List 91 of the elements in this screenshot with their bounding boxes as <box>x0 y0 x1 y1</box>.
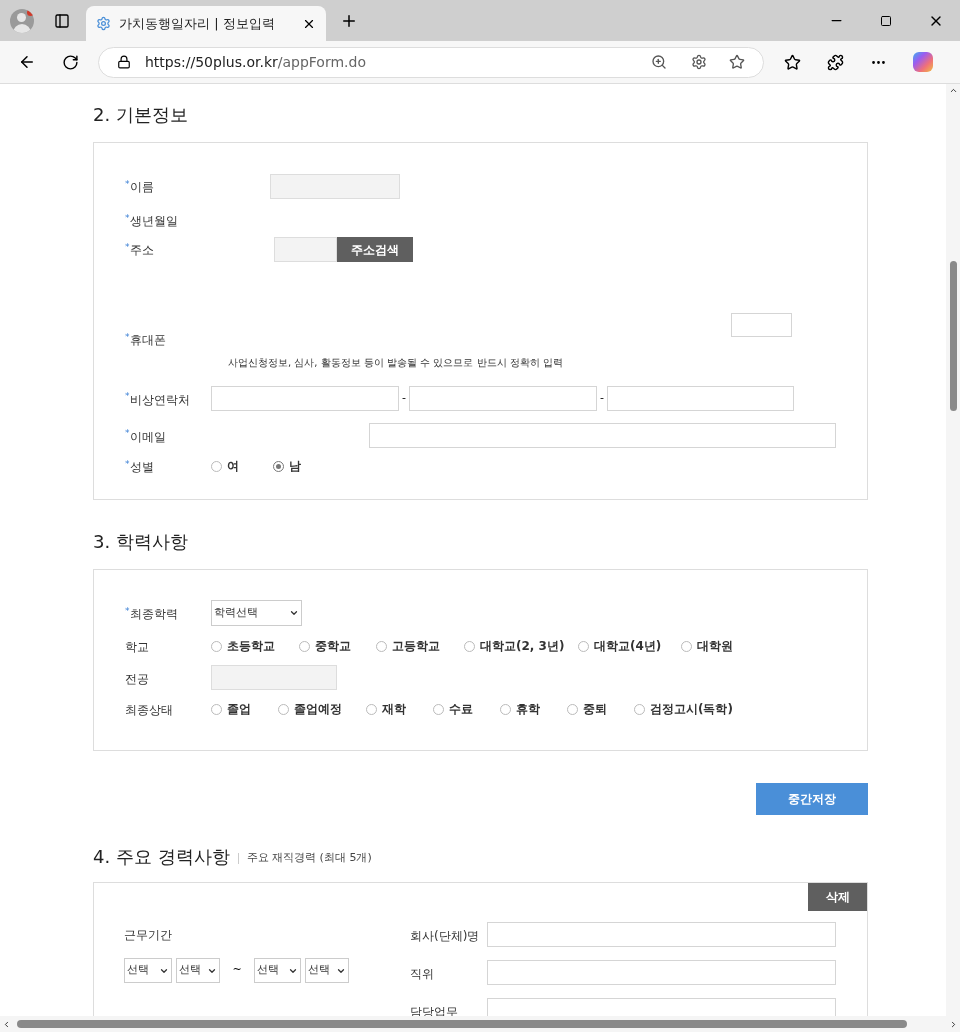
extensions-icon[interactable] <box>827 53 844 71</box>
radio-button[interactable] <box>433 703 444 715</box>
radio-button[interactable] <box>500 703 511 715</box>
radio-button[interactable] <box>299 640 310 652</box>
radio-label: 검정고시(독학) <box>650 701 733 718</box>
back-icon[interactable] <box>18 53 36 71</box>
field-label: $^{*}$성별 <box>125 460 154 474</box>
reload-icon[interactable] <box>62 53 79 71</box>
delete-button[interactable]: 삭제 <box>808 883 867 911</box>
radio-label: 대학교(4년) <box>594 638 662 655</box>
scrollbar-thumb[interactable] <box>949 261 957 411</box>
field-label: 학교 <box>125 640 149 654</box>
lock-icon <box>117 55 131 69</box>
tilde: ~ <box>231 962 243 979</box>
radio-button[interactable] <box>366 703 377 715</box>
input-field[interactable] <box>409 386 597 411</box>
field-label: 전공 <box>125 671 149 686</box>
radio-button[interactable] <box>278 703 289 715</box>
scrollbar-thumb[interactable] <box>17 1020 907 1028</box>
input-field[interactable] <box>487 960 836 985</box>
section-subheading: 주요 재직경력 (최대 5개) <box>246 849 372 866</box>
section-heading: 4. 주요 경력사항 <box>93 845 230 869</box>
section-heading: 3. 학력사항 <box>93 530 189 554</box>
radio-label: 졸업예정 <box>294 701 342 718</box>
radio-button[interactable] <box>211 703 222 715</box>
radio-label: 휴학 <box>516 701 540 718</box>
horizontal-scrollbar[interactable] <box>0 1016 960 1032</box>
scroll-up-icon[interactable] <box>948 86 958 95</box>
input-field[interactable] <box>211 386 399 411</box>
radio-button[interactable] <box>211 460 222 472</box>
radio-label: 수료 <box>449 701 473 718</box>
radio-label: 남 <box>289 458 301 475</box>
browser-tab[interactable]: 가치동행일자리 | 정보입력 <box>86 6 326 41</box>
zoom-icon[interactable] <box>651 54 667 70</box>
input-field[interactable] <box>211 665 337 690</box>
radio-button[interactable] <box>211 640 222 652</box>
radio-label: 졸업 <box>227 701 251 718</box>
field-label: $^{*}$최종학력 <box>125 607 178 621</box>
input-field[interactable] <box>487 922 836 947</box>
maximize-icon[interactable] <box>880 14 892 27</box>
field-label: $^{*}$주소 <box>125 243 154 257</box>
select-dropdown[interactable]: 선택 <box>305 958 349 983</box>
favorites-icon[interactable] <box>784 53 801 71</box>
radio-label: 중학교 <box>315 638 351 655</box>
favorite-icon[interactable] <box>729 54 745 70</box>
radio-label: 중퇴 <box>583 701 607 718</box>
site-icon <box>96 16 111 31</box>
select-dropdown[interactable]: 선택 <box>176 958 220 983</box>
radio-label: 재학 <box>382 701 406 718</box>
radio-label: 여 <box>227 458 239 475</box>
separator: - <box>599 390 605 407</box>
hint-text: 사업신청정보, 심사, 활동정보 등이 발송될 수 있으므로 반드시 정확히 입력 <box>228 357 563 368</box>
field-label: $^{*}$휴대폰 <box>125 331 166 349</box>
radio-button[interactable] <box>567 703 578 715</box>
input-field[interactable] <box>607 386 794 411</box>
scroll-left-icon[interactable] <box>2 1019 11 1029</box>
select-dropdown[interactable]: 선택 <box>254 958 301 983</box>
field-label: 근무기간 <box>124 928 172 942</box>
radio-button[interactable] <box>634 703 645 715</box>
address-bar[interactable]: https://50plus.or.kr/appForm.do <box>98 46 764 78</box>
input-field[interactable] <box>274 237 337 262</box>
field-label: 최종상태 <box>125 703 173 717</box>
profile-icon[interactable] <box>10 8 34 33</box>
radio-button[interactable] <box>578 640 589 652</box>
field-label: $^{*}$생년월일 <box>125 212 178 230</box>
input-field[interactable] <box>731 313 792 337</box>
field-label: $^{*}$이메일 <box>125 429 166 444</box>
radio-button[interactable] <box>273 460 284 472</box>
address-search-button[interactable]: 주소검색 <box>337 237 413 262</box>
radio-label: 초등학교 <box>227 638 275 655</box>
scroll-right-icon[interactable] <box>949 1019 958 1029</box>
tab-actions-icon[interactable] <box>54 12 70 29</box>
field-label: $^{*}$이름 <box>125 180 154 194</box>
radio-label: 대학원 <box>697 638 733 655</box>
chevron-down-icon <box>289 608 299 618</box>
input-field[interactable] <box>369 423 836 448</box>
section-heading: 2. 기본정보 <box>93 103 189 127</box>
copilot-icon[interactable] <box>913 52 933 72</box>
radio-button[interactable] <box>376 640 387 652</box>
radio-label: 대학교(2, 3년) <box>480 638 565 655</box>
vertical-scrollbar[interactable] <box>946 84 960 1016</box>
select-dropdown[interactable]: 선택 <box>124 958 172 983</box>
field-label: 회사(단체)명 <box>410 928 480 943</box>
radio-button[interactable] <box>681 640 692 652</box>
separator: - <box>401 390 407 407</box>
radio-button[interactable] <box>464 640 475 652</box>
field-label: $^{*}$비상연락처 <box>125 392 190 407</box>
field-label: 직위 <box>410 966 434 981</box>
select-dropdown[interactable]: 학력선택 <box>211 600 302 626</box>
radio-label: 고등학교 <box>392 638 440 655</box>
input-field[interactable] <box>270 173 400 199</box>
